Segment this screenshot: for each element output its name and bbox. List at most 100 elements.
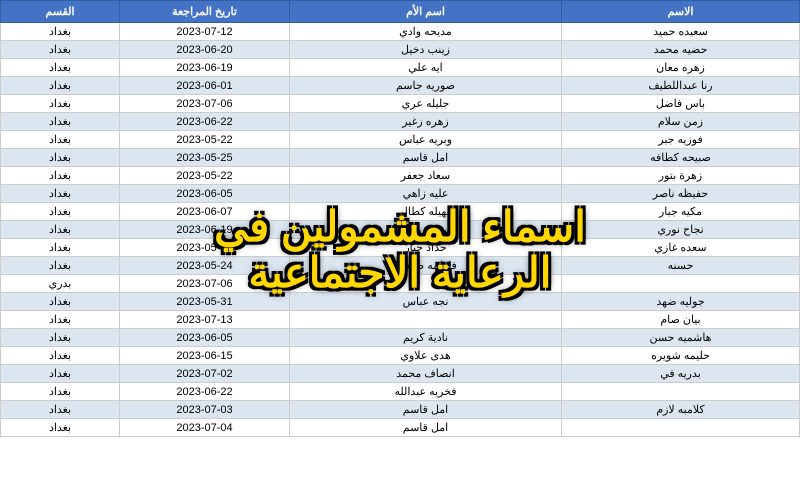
- table-row: هاشميه حسننادية كريم2023-06-05بغداد: [1, 329, 800, 347]
- cell-name: كلامبه لازم: [562, 401, 800, 419]
- cell-city: بغداد: [1, 95, 120, 113]
- cell-date: 2023-06-20: [120, 41, 290, 59]
- cell-name: هاشميه حسن: [562, 329, 800, 347]
- cell-date: 2023-06-22: [120, 113, 290, 131]
- cell-date: 2023-06-22: [120, 383, 290, 401]
- cell-mother: ايه علي: [290, 59, 562, 77]
- table-row: زهرة بتورسعاد جعفر2023-05-22بغداد: [1, 167, 800, 185]
- cell-city: بغداد: [1, 383, 120, 401]
- cell-name: نجاح نوري: [562, 221, 800, 239]
- cell-mother: امل قاسم: [290, 401, 562, 419]
- cell-mother: زهره زغير: [290, 113, 562, 131]
- cell-mother: وبريه عباس: [290, 131, 562, 149]
- table-row: فخريه عبدالله2023-06-22بغداد: [1, 383, 800, 401]
- cell-name: [562, 383, 800, 401]
- table-row: حضيه محمدزينب دخيل2023-06-20بغداد: [1, 41, 800, 59]
- table-row: زهره معانايه علي2023-06-19بغداد: [1, 59, 800, 77]
- cell-city: بغداد: [1, 239, 120, 257]
- cell-date: 2023-07-03: [120, 401, 290, 419]
- cell-city: بغداد: [1, 293, 120, 311]
- table-row: رنا عبداللطيفصوريه جاسم2023-06-01بغداد: [1, 77, 800, 95]
- header-city: القسم: [1, 1, 120, 23]
- table-row: زمن سلامزهره زغير2023-06-22بغداد: [1, 113, 800, 131]
- header-name: الاسم: [562, 1, 800, 23]
- cell-mother: نادية كريم: [290, 329, 562, 347]
- cell-name: حضيه محمد: [562, 41, 800, 59]
- cell-date: 2023-05-24: [120, 257, 290, 275]
- cell-city: بغداد: [1, 113, 120, 131]
- cell-mother: صوريه جاسم: [290, 77, 562, 95]
- cell-date: 2023-05-31: [120, 293, 290, 311]
- table-row: نجاح نوريرسيمه محمد2023-06-19بغداد: [1, 221, 800, 239]
- cell-name: سعده غازي: [562, 239, 800, 257]
- cell-date: 2023-07-06: [120, 95, 290, 113]
- header-date: تاريخ المراجعة: [120, 1, 290, 23]
- cell-mother: مديحه وادي: [290, 23, 562, 41]
- cell-date: 2023-05-22: [120, 167, 290, 185]
- table-row: مكيه جبارسهيله كطالي2023-06-07بغداد: [1, 203, 800, 221]
- table-row: صبيحه كطافهامل قاسم2023-05-25بغداد: [1, 149, 800, 167]
- cell-city: بغداد: [1, 149, 120, 167]
- table-row: بدريه فيانصاف محمد2023-07-02بغداد: [1, 365, 800, 383]
- cell-mother: [290, 311, 562, 329]
- cell-city: بغداد: [1, 365, 120, 383]
- cell-mother: نجه عباس: [290, 293, 562, 311]
- table-row: امل قاسم2023-07-04بغداد: [1, 419, 800, 437]
- cell-mother: سعاد جعفر: [290, 167, 562, 185]
- table-container: الاسم اسم الأم تاريخ المراجعة القسم سعيد…: [0, 0, 800, 500]
- cell-name: بيان صام: [562, 311, 800, 329]
- cell-city: بغداد: [1, 221, 120, 239]
- cell-name: صبيحه كطافه: [562, 149, 800, 167]
- cell-name: زهره معان: [562, 59, 800, 77]
- data-table: الاسم اسم الأم تاريخ المراجعة القسم سعيد…: [0, 0, 800, 437]
- cell-city: بغداد: [1, 419, 120, 437]
- cell-mother: امل قاسم: [290, 149, 562, 167]
- cell-date: 2023-05-25: [120, 149, 290, 167]
- cell-mother: [290, 275, 562, 293]
- cell-city: بغداد: [1, 131, 120, 149]
- table-row: 2023-07-06بدري: [1, 275, 800, 293]
- cell-mother: عليه زاهي: [290, 185, 562, 203]
- cell-name: حليمه شويره: [562, 347, 800, 365]
- cell-name: باس فاضل: [562, 95, 800, 113]
- cell-date: 2023-06-19: [120, 59, 290, 77]
- cell-name: فوزيه جبر: [562, 131, 800, 149]
- table-row: بيان صام2023-07-13بغداد: [1, 311, 800, 329]
- cell-date: 2023-07-04: [120, 419, 290, 437]
- cell-name: زمن سلام: [562, 113, 800, 131]
- cell-name: زهرة بتور: [562, 167, 800, 185]
- cell-mother: جليله عري: [290, 95, 562, 113]
- table-row: سعده غازيحداد جبار2023-05-23بغداد: [1, 239, 800, 257]
- cell-mother: هدى علاوي: [290, 347, 562, 365]
- cell-city: بغداد: [1, 257, 120, 275]
- table-row: باس فاضلجليله عري2023-07-06بغداد: [1, 95, 800, 113]
- table-row: حفيظه ناصرعليه زاهي2023-06-05بغداد: [1, 185, 800, 203]
- cell-date: 2023-07-13: [120, 311, 290, 329]
- table-row: فوزيه جبروبريه عباس2023-05-22بغداد: [1, 131, 800, 149]
- cell-mother: زينب دخيل: [290, 41, 562, 59]
- cell-city: بغداد: [1, 41, 120, 59]
- cell-name: سعيده حميد: [562, 23, 800, 41]
- cell-city: بغداد: [1, 401, 120, 419]
- cell-name: بدريه في: [562, 365, 800, 383]
- cell-mother: حداد جبار: [290, 239, 562, 257]
- cell-city: بغداد: [1, 59, 120, 77]
- cell-date: 2023-06-15: [120, 347, 290, 365]
- cell-name: جوليه ضهد: [562, 293, 800, 311]
- cell-name: رنا عبداللطيف: [562, 77, 800, 95]
- cell-city: بغداد: [1, 77, 120, 95]
- cell-date: 2023-06-05: [120, 329, 290, 347]
- table-row: كلامبه لازمامل قاسم2023-07-03بغداد: [1, 401, 800, 419]
- cell-city: بغداد: [1, 203, 120, 221]
- cell-mother: رسيمه محمد: [290, 221, 562, 239]
- cell-date: 2023-07-06: [120, 275, 290, 293]
- table-row: سعيده حميدمديحه وادي2023-07-12بغداد: [1, 23, 800, 41]
- cell-date: 2023-05-23: [120, 239, 290, 257]
- cell-date: 2023-06-05: [120, 185, 290, 203]
- cell-mother: فخريه عبدالله: [290, 383, 562, 401]
- cell-date: 2023-06-07: [120, 203, 290, 221]
- cell-name: حسنه: [562, 257, 800, 275]
- table-row: حسنهفاطمه طلعمه2023-05-24بغداد: [1, 257, 800, 275]
- table-row: جوليه ضهدنجه عباس2023-05-31بغداد: [1, 293, 800, 311]
- cell-city: بدري: [1, 275, 120, 293]
